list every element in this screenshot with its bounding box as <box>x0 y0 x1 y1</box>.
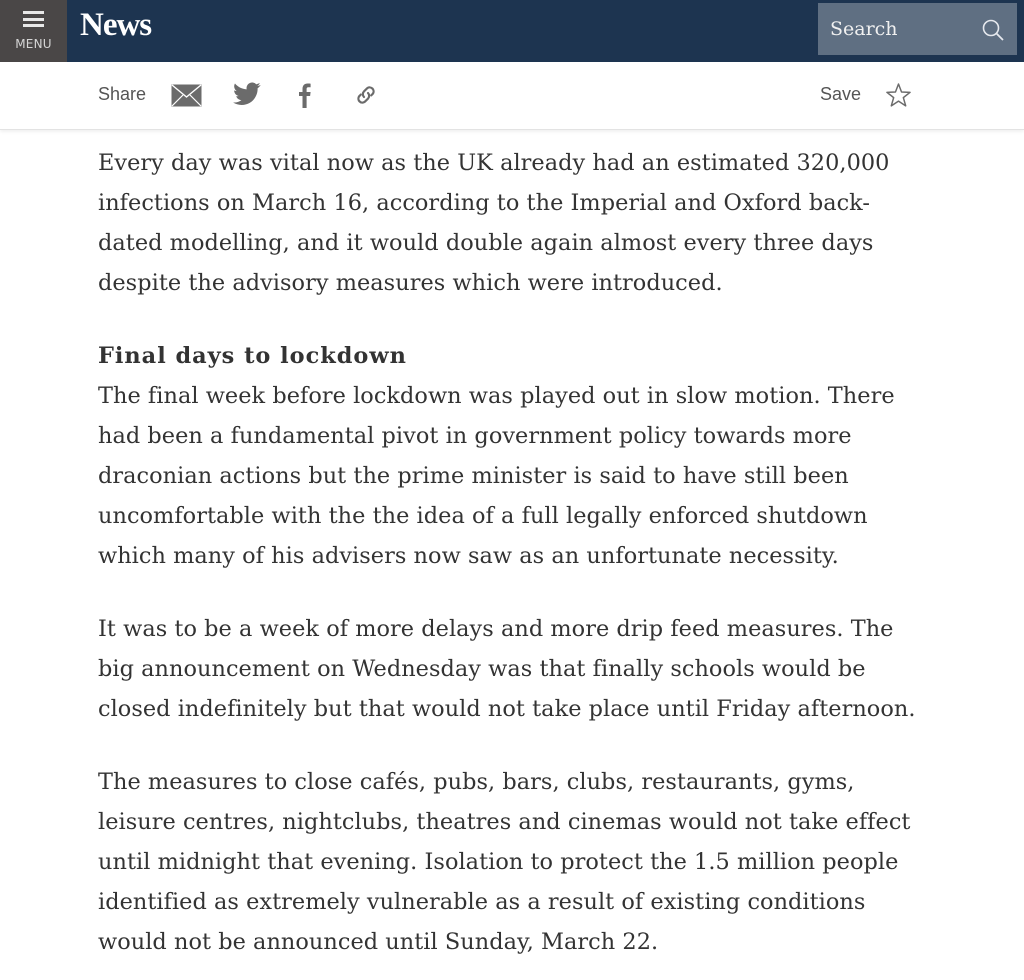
share-toolbar: Share Save <box>0 62 1024 130</box>
article-paragraph: The measures to close cafés, pubs, bars,… <box>98 769 911 955</box>
article-paragraph: The final week before lockdown was playe… <box>98 383 895 569</box>
share-label: Share <box>98 84 147 104</box>
menu-label: MENU <box>15 37 52 51</box>
save-button[interactable]: Save <box>820 84 861 105</box>
hamburger-icon <box>23 11 44 27</box>
menu-button[interactable]: MENU <box>0 0 67 62</box>
article-paragraph: It was to be a week of more delays and m… <box>98 616 916 722</box>
link-icon[interactable] <box>354 83 378 107</box>
twitter-icon[interactable] <box>233 82 261 106</box>
article-body: Every day was vital now as the UK alread… <box>98 143 928 962</box>
search-box[interactable] <box>818 3 1017 55</box>
article-paragraph: Every day was vital now as the UK alread… <box>98 150 890 296</box>
top-navigation-bar: MENU News <box>0 0 1024 62</box>
facebook-icon[interactable] <box>296 82 316 108</box>
search-icon[interactable] <box>981 18 1005 42</box>
site-logo[interactable]: News <box>80 7 152 44</box>
section-heading: Final days to lockdown <box>98 343 407 369</box>
star-icon[interactable] <box>885 82 912 109</box>
search-input[interactable] <box>830 16 980 42</box>
mail-icon[interactable] <box>171 84 202 108</box>
